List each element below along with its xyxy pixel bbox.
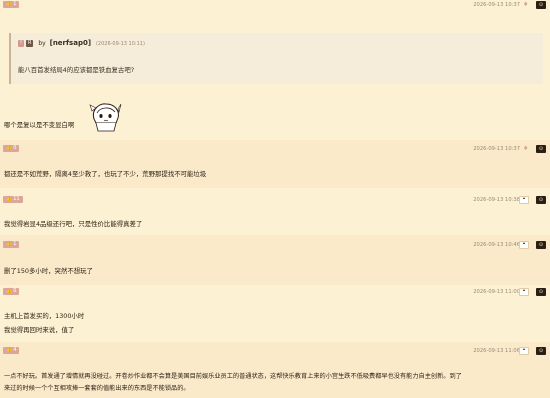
post-menu-button[interactable]: ⊙ xyxy=(536,241,546,249)
post-4: 👍1 2026-09-13 10:46 ❝ ⊙ 删了150多小时，突然不想玩了 xyxy=(0,235,550,285)
post-timestamp: 2026-09-13 10:46 xyxy=(473,242,520,248)
post-menu-button[interactable]: ⊙ xyxy=(536,145,546,153)
heart-icon[interactable]: ♦ xyxy=(523,2,529,8)
heart-icon[interactable]: ♦ xyxy=(523,146,529,152)
post-text: 一点不好玩。首发通了增情就再没碰过。开卷炒作业都不会算是美国目前娱乐业员工的普通… xyxy=(4,373,462,380)
post-menu-button[interactable]: ⊙ xyxy=(536,1,546,9)
like-count: 0 xyxy=(13,145,17,151)
like-button[interactable]: 👍4 xyxy=(3,347,20,354)
post-timestamp: 2026-09-13 11:06 xyxy=(473,348,520,354)
like-button[interactable]: 👍11 xyxy=(3,196,23,203)
like-count: 0 xyxy=(13,288,17,294)
quote-badge: R xyxy=(25,40,34,47)
quote-badge: ! xyxy=(18,40,25,47)
post-2: 👍0 2026-09-13 10:37 ♦ ⊙ 都还是不如荒野，隔离4至少救了，… xyxy=(0,140,550,188)
like-count: 1 xyxy=(13,241,17,247)
quote-by-label: by xyxy=(38,40,46,47)
post-meta: 👍0 2026-09-13 11:00 ❝ ⊙ xyxy=(0,287,550,297)
post-text: 都还是不如荒野，隔离4至少救了，也玩了不少，荒野那提找不可能垃圾 xyxy=(4,170,207,178)
quote-button[interactable]: ❝ xyxy=(519,196,529,204)
quote-author-link[interactable]: [nerfsap0] xyxy=(50,39,91,47)
post-menu-button[interactable]: ⊙ xyxy=(536,288,546,296)
quote-header: ! R by [nerfsap0] (2026-09-13 10:11) xyxy=(18,39,145,48)
anime-girl-sticker xyxy=(89,103,122,132)
menu-icon: ⊙ xyxy=(538,289,544,295)
quote-block: ! R by [nerfsap0] (2026-09-13 10:11) 能八百… xyxy=(9,33,543,84)
menu-icon: ⊙ xyxy=(538,146,544,152)
quote-icon: ❝ xyxy=(522,197,526,203)
thumb-up-icon: 👍 xyxy=(6,288,13,294)
quote-text: 能八百首发结局4的应该都是铁血复古吧? xyxy=(18,66,135,74)
post-menu-button[interactable]: ⊙ xyxy=(536,196,546,204)
post-meta: 👍11 2026-09-13 10:38 ❝ ⊙ xyxy=(0,195,550,205)
post-1: 👍1 2026-09-13 10:37 ♦ ⊙ ! R by [nerfsap0… xyxy=(0,0,550,140)
thumb-up-icon: 👍 xyxy=(6,1,13,7)
quote-icon: ❝ xyxy=(522,242,526,248)
post-6: 👍4 2026-09-13 11:06 ❝ ⊙ 一点不好玩。首发通了增情就再没碰… xyxy=(0,342,550,398)
post-text: 我觉得岩显4品级还行吧，只是性价比能得真差了 xyxy=(4,220,143,228)
post-3: 👍11 2026-09-13 10:38 ❝ ⊙ 我觉得岩显4品级还行吧，只是性… xyxy=(0,188,550,235)
thumb-up-icon: 👍 xyxy=(6,196,13,202)
post-meta: 👍1 2026-09-13 10:37 ♦ ⊙ xyxy=(0,0,550,10)
like-count: 11 xyxy=(13,196,20,202)
like-button[interactable]: 👍1 xyxy=(3,241,20,248)
post-meta: 👍1 2026-09-13 10:46 ❝ ⊙ xyxy=(0,240,550,250)
like-button[interactable]: 👍1 xyxy=(3,1,20,8)
thumb-up-icon: 👍 xyxy=(6,241,13,247)
post-meta: 👍0 2026-09-13 10:37 ♦ ⊙ xyxy=(0,144,550,154)
menu-icon: ⊙ xyxy=(538,2,544,8)
post-text: 哪个是复以是不变显白啊 xyxy=(4,121,75,129)
post-timestamp: 2026-09-13 10:37 xyxy=(473,146,520,152)
like-count: 1 xyxy=(13,1,17,7)
post-timestamp: 2026-09-13 10:37 xyxy=(473,2,520,8)
quote-icon: ❝ xyxy=(522,348,526,354)
menu-icon: ⊙ xyxy=(538,197,544,203)
quote-icon: ❝ xyxy=(522,289,526,295)
post-menu-button[interactable]: ⊙ xyxy=(536,347,546,355)
quote-timestamp: (2026-09-13 10:11) xyxy=(95,41,145,47)
post-timestamp: 2026-09-13 11:00 xyxy=(473,289,520,295)
menu-icon: ⊙ xyxy=(538,242,544,248)
menu-icon: ⊙ xyxy=(538,348,544,354)
post-text-line2: 我觉得再回时来说，值了 xyxy=(4,326,75,334)
post-text: 主机上首发买的，1300小时 xyxy=(4,312,85,320)
post-5: 👍0 2026-09-13 11:00 ❝ ⊙ 主机上首发买的，1300小时 我… xyxy=(0,285,550,342)
post-text-line2: 来过的时候一个个互相攻捧一套套的值能出来的东西是不能锁品的。 xyxy=(4,385,190,392)
like-button[interactable]: 👍0 xyxy=(3,288,20,295)
quote-button[interactable]: ❝ xyxy=(519,347,529,355)
post-text: 删了150多小时，突然不想玩了 xyxy=(4,267,93,275)
thumb-up-icon: 👍 xyxy=(6,347,13,353)
quote-button[interactable]: ❝ xyxy=(519,241,529,249)
quote-button[interactable]: ❝ xyxy=(519,288,529,296)
post-timestamp: 2026-09-13 10:38 xyxy=(473,197,520,203)
like-count: 4 xyxy=(13,347,17,353)
post-meta: 👍4 2026-09-13 11:06 ❝ ⊙ xyxy=(0,346,550,356)
like-button[interactable]: 👍0 xyxy=(3,145,20,152)
thumb-up-icon: 👍 xyxy=(6,145,13,151)
